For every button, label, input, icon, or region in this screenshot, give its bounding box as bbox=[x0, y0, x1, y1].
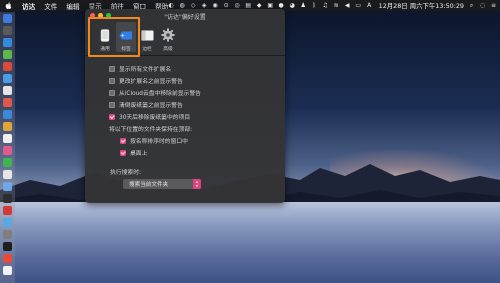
tab-advanced[interactable]: 高级 bbox=[158, 22, 178, 52]
dock-app-icon-22[interactable] bbox=[3, 266, 12, 275]
dock bbox=[0, 12, 15, 283]
dock-app-icon-7[interactable] bbox=[3, 86, 12, 95]
option-label: 桌面上 bbox=[130, 151, 148, 157]
wechat-icon[interactable]: ◕ bbox=[289, 2, 296, 9]
checkbox-checked[interactable] bbox=[109, 113, 115, 120]
dock-app-icon-10[interactable] bbox=[3, 122, 12, 131]
dock-app-finder-icon[interactable] bbox=[3, 14, 12, 23]
option-label: 按名称排序时的窗口中 bbox=[130, 139, 188, 145]
bluetooth-icon[interactable]: ᛒ bbox=[311, 2, 318, 9]
dock-app-icon-13[interactable] bbox=[3, 158, 12, 167]
menu-app-name[interactable]: 访达 bbox=[22, 1, 35, 11]
volume-icon[interactable]: ◀ bbox=[344, 2, 351, 9]
dock-app-icon-6[interactable] bbox=[3, 74, 12, 83]
select-arrows-icon: ▴ ▾ bbox=[193, 179, 201, 189]
search-scope-label: 执行搜索时: bbox=[110, 170, 141, 176]
status-app-icon-5[interactable]: ◉ bbox=[212, 2, 219, 9]
search-icon[interactable]: ⌕ bbox=[468, 2, 475, 9]
input-method-icon[interactable]: A bbox=[366, 2, 373, 9]
search-scope-select[interactable]: 搜索当前文件夹 ▴ ▾ bbox=[123, 179, 201, 189]
tab-sidebar[interactable]: 边栏 bbox=[137, 22, 157, 52]
status-app-icon-7[interactable]: ◎ bbox=[234, 2, 241, 9]
option-warn-empty-trash[interactable]: 清倒废纸篓之前显示警告 bbox=[109, 100, 183, 109]
dock-app-icon-11[interactable] bbox=[3, 134, 12, 143]
option-folders-top-windows[interactable]: 按名称排序时的窗口中 bbox=[120, 136, 188, 145]
music-icon[interactable]: ♫ bbox=[322, 2, 329, 9]
status-app-icon-11[interactable]: ● bbox=[278, 2, 285, 9]
qq-icon[interactable]: ♟ bbox=[300, 2, 307, 9]
notification-center-icon[interactable]: ≡ bbox=[490, 2, 497, 9]
option-remove-trash-30-days[interactable]: 30天后移除废纸篓中的项目 bbox=[109, 112, 190, 121]
search-scope-value: 搜索当前文件夹 bbox=[129, 182, 169, 188]
status-app-icon-2[interactable]: ◍ bbox=[179, 2, 186, 9]
dock-app-icon-21[interactable] bbox=[3, 254, 12, 263]
dock-app-icon-18[interactable] bbox=[3, 218, 12, 227]
checkbox[interactable] bbox=[109, 89, 115, 96]
status-app-icon-10[interactable]: ▣ bbox=[267, 2, 274, 9]
dock-app-icon-12[interactable] bbox=[3, 146, 12, 155]
menu-edit[interactable]: 编辑 bbox=[66, 1, 79, 11]
dock-app-icon-17[interactable] bbox=[3, 206, 12, 215]
sidebar-icon bbox=[140, 28, 154, 42]
tab-sidebar-label: 边栏 bbox=[142, 47, 152, 52]
dock-app-chrome-icon[interactable] bbox=[3, 50, 12, 59]
gear-icon bbox=[161, 28, 175, 42]
status-app-icon-9[interactable]: ◆ bbox=[256, 2, 263, 9]
checkbox-checked[interactable] bbox=[120, 137, 126, 144]
dock-app-safari-icon[interactable] bbox=[3, 38, 12, 47]
dock-app-icon-16[interactable] bbox=[3, 194, 12, 203]
wifi-icon[interactable]: ≋ bbox=[333, 2, 340, 9]
status-app-icon-4[interactable]: ◈ bbox=[201, 2, 208, 9]
checkbox[interactable] bbox=[109, 77, 115, 84]
highlight-annotation-box bbox=[88, 17, 140, 57]
option-label: 从iCloud云盘中移除前显示警告 bbox=[119, 91, 201, 97]
status-app-icon-8[interactable]: ▤ bbox=[245, 2, 252, 9]
dock-app-icon-19[interactable] bbox=[3, 230, 12, 239]
dock-app-icon-20[interactable] bbox=[3, 242, 12, 251]
option-label: 显示所有文件扩展名 bbox=[119, 67, 172, 73]
dock-app-icon-14[interactable] bbox=[3, 170, 12, 179]
option-folders-top-desktop[interactable]: 桌面上 bbox=[120, 148, 147, 157]
siri-icon[interactable]: ◌ bbox=[479, 2, 486, 9]
keep-folders-on-top-label: 将以下位置的文件夹保持在顶部: bbox=[109, 127, 193, 133]
option-warn-icloud-remove[interactable]: 从iCloud云盘中移除前显示警告 bbox=[109, 88, 201, 97]
dock-app-icon-5[interactable] bbox=[3, 62, 12, 71]
apple-menu-icon[interactable] bbox=[5, 1, 14, 10]
menu-file[interactable]: 文件 bbox=[44, 1, 57, 11]
dock-app-icon-15[interactable] bbox=[3, 182, 12, 191]
status-app-icon-3[interactable]: ◇ bbox=[190, 2, 197, 9]
status-app-icon-1[interactable]: ◐ bbox=[168, 2, 175, 9]
menu-clock[interactable]: 12月28日 周六下午13:50:29 bbox=[379, 1, 464, 10]
option-label: 更改扩展名之前显示警告 bbox=[119, 79, 183, 85]
status-app-icon-6[interactable]: ⊙ bbox=[223, 2, 230, 9]
dock-app-icon-9[interactable] bbox=[3, 110, 12, 119]
frozen-lake bbox=[0, 202, 500, 283]
option-label: 清倒废纸篓之前显示警告 bbox=[119, 103, 183, 109]
checkbox[interactable] bbox=[109, 65, 115, 72]
dock-app-icon-8[interactable] bbox=[3, 98, 12, 107]
option-label: 30天后移除废纸篓中的项目 bbox=[119, 115, 191, 121]
tab-advanced-label: 高级 bbox=[163, 47, 173, 52]
dock-app-launchpad-icon[interactable] bbox=[3, 26, 12, 35]
option-warn-extension-change[interactable]: 更改扩展名之前显示警告 bbox=[109, 76, 183, 85]
option-show-extensions[interactable]: 显示所有文件扩展名 bbox=[109, 64, 171, 73]
battery-icon[interactable]: ▭ bbox=[355, 2, 362, 9]
checkbox[interactable] bbox=[109, 101, 115, 108]
checkbox-checked[interactable] bbox=[120, 149, 126, 156]
